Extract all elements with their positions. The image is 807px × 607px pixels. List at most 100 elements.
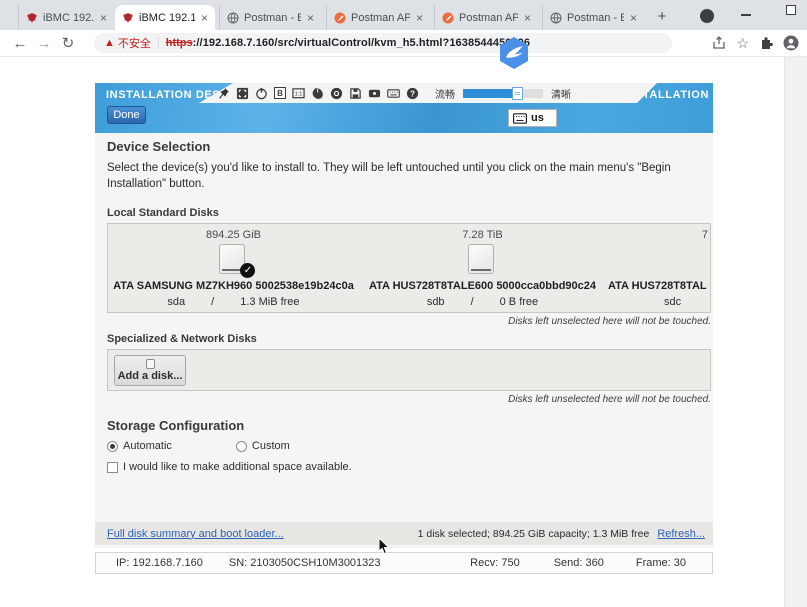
tab-postman-api-2[interactable]: Postman API Platfo × [434,5,538,30]
page-scrollbar[interactable] [784,57,807,607]
status-ip: IP: 192.168.7.160 [116,557,203,569]
url-separator: | [157,37,160,49]
keyboard-b-icon[interactable]: B [274,87,286,99]
security-warning-label[interactable]: 不安全 [118,35,151,51]
disk-icon [468,244,494,274]
storage-options-row: Automatic Custom [107,440,713,452]
storage-config-title: Storage Configuration [107,418,713,433]
tab-close-icon[interactable]: × [201,13,208,23]
add-disk-label: Add a disk... [118,370,183,382]
disk-tile-sda[interactable]: 894.25 GiB ✓ ATA SAMSUNG MZ7KH960 500253… [108,224,359,312]
mouse-icon[interactable] [311,87,324,100]
profile-avatar-icon[interactable] [783,35,799,51]
slider-right-label: 清晰 [551,86,571,101]
share-icon[interactable] [711,35,727,51]
slider-left-label: 流畅 [435,86,455,101]
keyboard-icon[interactable] [387,87,400,100]
ibmc-favicon [122,12,134,24]
video-capture-icon[interactable] [368,87,381,100]
svg-text:?: ? [410,89,415,98]
disk-device: sdc [664,296,681,308]
status-send: Send: 360 [554,557,604,569]
disk-size: 7 [606,229,710,241]
address-bar[interactable]: ▲ 不安全 | https ://192.168.7.160/src/virtu… [94,33,672,53]
keyboard-layout-icon [513,113,527,124]
add-disk-button[interactable]: Add a disk... [114,355,186,386]
status-frame: Frame: 30 [636,557,686,569]
fullscreen-icon[interactable] [236,87,249,100]
profile-badge-icon[interactable] [700,9,714,23]
device-selection-description: Select the device(s) you'd like to insta… [107,160,703,192]
slider-handle[interactable] [512,87,523,100]
disk-separator: / [471,296,474,308]
disk-device: sdb [427,296,445,308]
warning-triangle-icon: ▲ [104,37,115,49]
tab-title: Postman API Platfo [351,12,410,24]
tab-title: Postman - Browse [244,12,301,24]
disk-separator: / [211,296,214,308]
installer-header: INSTALLATION DEST STALLATION B 1:1 ? 流畅 [95,83,713,133]
tab-title: iBMC 192.168.7.16 [139,12,195,24]
disk-selected-check-icon: ✓ [240,263,255,278]
status-recv: Recv: 750 [470,557,520,569]
automatic-label: Automatic [123,440,172,452]
save-floppy-icon[interactable] [349,87,362,100]
xunlei-logo-icon[interactable] [497,36,531,70]
quality-slider[interactable] [463,89,543,98]
kvm-viewport[interactable]: INSTALLATION DEST STALLATION B 1:1 ? 流畅 [95,83,713,548]
tab-close-icon[interactable]: × [524,13,531,23]
additional-space-checkbox[interactable] [107,462,118,473]
tab-title: Postman - Browse [567,12,624,24]
tab-close-icon[interactable]: × [307,13,314,23]
forward-button[interactable]: → [32,35,56,52]
tab-close-icon[interactable]: × [416,13,423,23]
tab-close-icon[interactable]: × [630,13,637,23]
window-maximize-button[interactable] [786,5,796,15]
browser-window: iBMC 192.168.7.16 × iBMC 192.168.7.16 × … [0,0,807,607]
globe-favicon [550,12,562,24]
tab-ibmc-2-active[interactable]: iBMC 192.168.7.16 × [115,5,215,30]
slider-fill [463,89,515,98]
help-icon[interactable]: ? [406,87,419,100]
tab-postman-browse-1[interactable]: Postman - Browse × [219,5,321,30]
specialized-disks-panel: Add a disk... [107,349,711,391]
tab-postman-api-1[interactable]: Postman API Platfo × [326,5,430,30]
tab-close-icon[interactable]: × [100,13,107,23]
postman-favicon [442,12,454,24]
disk-tile-sdb[interactable]: 7.28 TiB ATA HUS728T8TALE600 5000cca0bbd… [359,224,606,312]
installer-body: Device Selection Select the device(s) yo… [95,133,713,548]
back-button[interactable]: ← [8,35,32,52]
refresh-link[interactable]: Refresh... [657,528,705,540]
disk-tile-sdc[interactable]: 7 ATA HUS728T8TAL sdc [606,224,710,312]
disk-device: sda [167,296,185,308]
installer-bottom-bar: Full disk summary and boot loader... 1 d… [95,522,713,545]
tab-title: Postman API Platfo [459,12,518,24]
disk-name: ATA HUS728T8TALE600 5000cca0bbd90c24 [359,280,606,292]
tab-ibmc-1[interactable]: iBMC 192.168.7.16 × [18,5,114,30]
reload-button[interactable]: ↻ [56,34,80,52]
url-text: ://192.168.7.160/src/virtualControl/kvm_… [193,37,531,49]
tab-postman-browse-2[interactable]: Postman - Browse × [542,5,644,30]
record-disc-icon[interactable] [330,87,343,100]
radio-custom[interactable] [236,441,247,452]
url-scheme: https [166,37,193,49]
add-disk-icon [146,359,155,369]
resolution-icon[interactable]: 1:1 [292,87,305,100]
svg-text:1:1: 1:1 [295,91,303,97]
disk-name: ATA SAMSUNG MZ7KH960 5002538e19b24c0a [108,280,359,292]
full-disk-summary-link[interactable]: Full disk summary and boot loader... [107,528,284,540]
radio-automatic[interactable] [107,441,118,452]
window-minimize-button[interactable] [741,14,751,16]
new-tab-button[interactable]: + [652,7,672,27]
power-icon[interactable] [255,87,268,100]
tab-strip: iBMC 192.168.7.16 × iBMC 192.168.7.16 × … [0,0,807,30]
local-disks-panel: 894.25 GiB ✓ ATA SAMSUNG MZ7KH960 500253… [107,223,711,313]
tab-title: iBMC 192.168.7.16 [43,12,94,24]
extensions-puzzle-icon[interactable] [758,35,774,51]
done-button[interactable]: Done [107,106,146,124]
disk-size: 7.28 TiB [359,229,606,241]
bookmark-star-icon[interactable]: ☆ [736,35,749,51]
device-selection-title: Device Selection [107,139,713,154]
keyboard-layout-indicator[interactable]: us [508,109,557,127]
specialized-disks-label: Specialized & Network Disks [107,333,713,345]
